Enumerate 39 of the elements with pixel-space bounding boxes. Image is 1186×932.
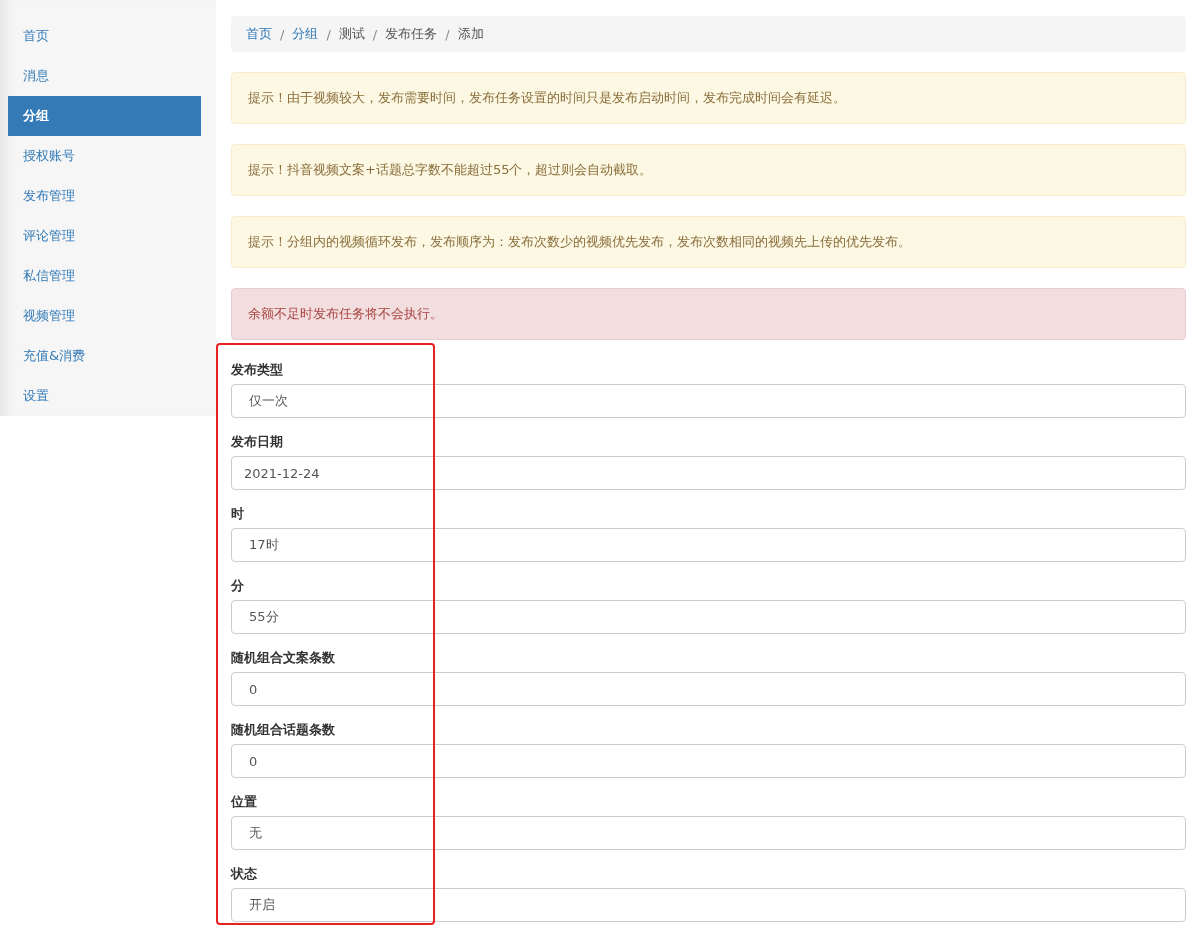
field-label: 位置 [231,794,258,810]
breadcrumb-link[interactable]: 分组 [292,25,319,43]
select-field[interactable]: 17时 [231,528,1186,562]
danger-alert: 余额不足时发布任务将不会执行。 [231,288,1186,340]
sidebar-item[interactable]: 消息 [8,56,201,96]
select-field[interactable]: 无 [231,816,1186,850]
sidebar-item[interactable]: 设置 [8,376,201,416]
input-field[interactable]: 2021-12-24 [231,456,1186,490]
sidebar-item[interactable]: 发布管理 [8,176,201,216]
sidebar-item[interactable]: 首页 [8,16,201,56]
warning-alert: 提示！由于视频较大，发布需要时间，发布任务设置的时间只是发布启动时间，发布完成时间会有延迟。 [231,72,1186,124]
field-label: 随机组合话题条数 [231,722,336,738]
breadcrumb-separator: / [372,26,378,42]
select-field[interactable]: 55分 [231,600,1186,634]
sidebar-item[interactable]: 分组 [8,96,201,136]
breadcrumb-separator: / [326,26,331,42]
field-label: 发布类型 [231,362,284,378]
select-field[interactable]: 开启 [231,888,1186,922]
field-label: 时 [231,506,245,522]
breadcrumb-item[interactable]: 添加 [457,25,484,43]
breadcrumb-link[interactable]: 首页 [246,25,272,43]
warning-alert: 提示！分组内的视频循环发布，发布顺序为：发布次数少的视频优先发布，发布次数相同的视频先上传的优先发布。 [231,216,1186,268]
field-label: 随机组合文案条数 [231,650,336,666]
sidebar-item[interactable]: 授权账号 [8,136,201,176]
field-label: 发布日期 [231,434,284,450]
select-field[interactable]: 0 [231,672,1186,706]
sidebar-item[interactable]: 视频管理 [8,296,201,336]
sidebar-item[interactable]: 私信管理 [8,256,201,296]
sidebar-item[interactable]: 评论管理 [8,216,201,256]
warning-alert: 提示！抖音视频文案+话题总字数不能超过55个，超过则会自动截取。 [231,144,1186,196]
breadcrumb-item[interactable]: 发布任务 [385,25,438,43]
field-label: 状态 [231,866,258,882]
breadcrumb-separator: / [445,26,450,42]
field-label: 分 [231,578,245,594]
sidebar-item[interactable]: 充值&消费 [8,336,201,376]
breadcrumb-item[interactable]: 测试 [338,25,365,43]
select-field[interactable]: 0 [231,744,1186,778]
select-field[interactable]: 仅一次 [231,384,1186,418]
breadcrumb-separator: / [280,26,285,42]
